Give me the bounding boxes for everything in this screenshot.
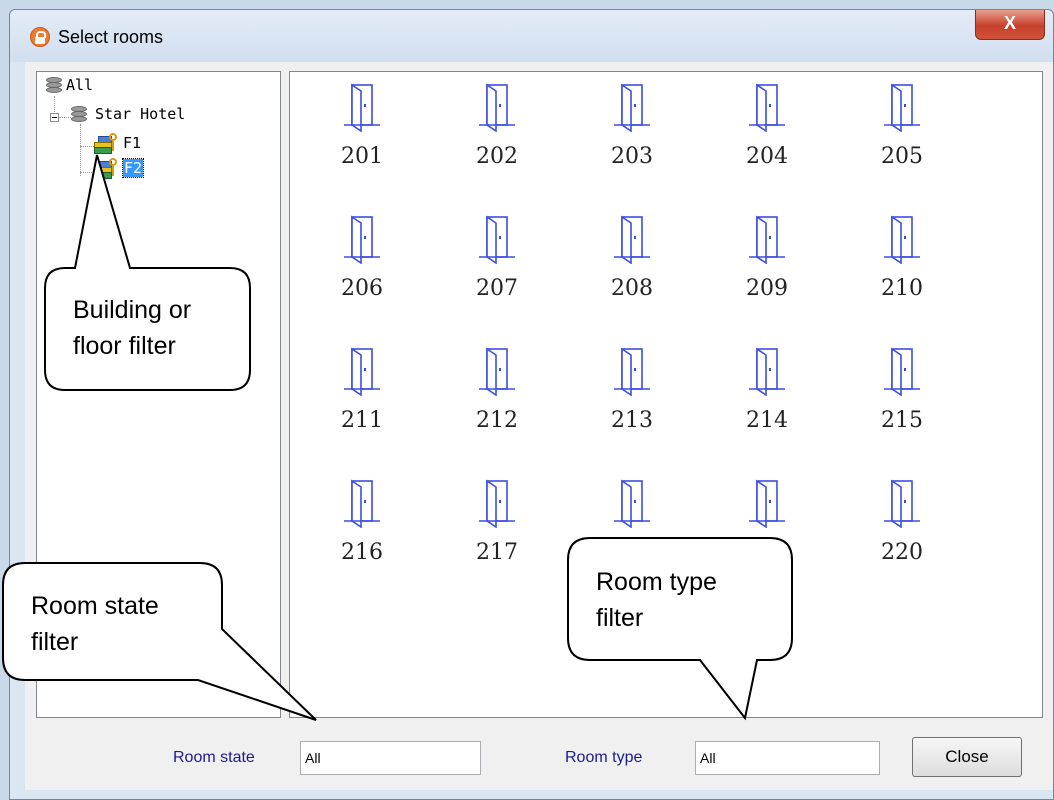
room-number: 207	[476, 276, 518, 301]
room-number: 208	[611, 276, 653, 301]
room-tile-205[interactable]: 205	[862, 82, 942, 192]
tree-node-star-hotel[interactable]: Star Hotel	[95, 105, 185, 123]
room-number: 219	[746, 540, 788, 565]
database-icon	[46, 77, 62, 95]
door-icon	[884, 83, 920, 132]
door-icon	[614, 83, 650, 132]
room-tile-207[interactable]: 207	[457, 214, 537, 324]
room-number: 203	[611, 144, 653, 169]
tree-root-all[interactable]: All	[66, 76, 93, 94]
door-icon	[749, 347, 785, 396]
room-type-label: Room type	[565, 749, 643, 766]
room-tile-208[interactable]: 208	[592, 214, 672, 324]
room-state-callout-text: Room state filter	[31, 592, 159, 656]
room-tile-209[interactable]: 209	[727, 214, 807, 324]
door-icon	[344, 479, 380, 528]
close-button[interactable]: Close	[912, 737, 1022, 777]
door-icon	[749, 479, 785, 528]
select-rooms-dialog: Select rooms X All Star Hotel F1 F2 201 …	[9, 9, 1054, 800]
room-number: 213	[611, 408, 653, 433]
room-tile-212[interactable]: 212	[457, 346, 537, 456]
dialog-content: All Star Hotel F1 F2 201 202 203 204 205…	[25, 62, 1053, 790]
tree-node-f2[interactable]: F2	[121, 158, 145, 178]
door-icon	[749, 215, 785, 264]
room-tile-215[interactable]: 215	[862, 346, 942, 456]
room-tile-213[interactable]: 213	[592, 346, 672, 456]
door-icon	[749, 83, 785, 132]
room-number: 218	[611, 540, 653, 565]
room-state-label: Room state	[173, 749, 255, 766]
door-icon	[344, 347, 380, 396]
window-title: Select rooms	[58, 27, 164, 47]
tree-node-f1[interactable]: F1	[123, 134, 141, 152]
room-number: 206	[341, 276, 383, 301]
room-number: 205	[881, 144, 923, 169]
room-tile-201[interactable]: 201	[322, 82, 402, 192]
room-number: 204	[746, 144, 788, 169]
room-tile-217[interactable]: 217	[457, 478, 537, 588]
room-number: 216	[341, 540, 383, 565]
database-icon	[71, 106, 87, 124]
room-number: 215	[881, 408, 923, 433]
room-number: 210	[881, 276, 923, 301]
room-number: 217	[476, 540, 518, 565]
door-icon	[479, 83, 515, 132]
close-window-button[interactable]: X	[975, 10, 1045, 40]
door-icon	[884, 215, 920, 264]
door-icon	[344, 83, 380, 132]
room-tile-206[interactable]: 206	[322, 214, 402, 324]
room-tile-219[interactable]: 219	[727, 478, 807, 588]
door-icon	[614, 215, 650, 264]
collapse-toggle[interactable]	[50, 113, 59, 122]
room-tile-202[interactable]: 202	[457, 82, 537, 192]
room-tile-214[interactable]: 214	[727, 346, 807, 456]
room-number: 212	[476, 408, 518, 433]
room-tile-216[interactable]: 216	[322, 478, 402, 588]
door-icon	[479, 347, 515, 396]
door-icon	[479, 479, 515, 528]
room-tile-203[interactable]: 203	[592, 82, 672, 192]
floor-key-icon	[94, 157, 120, 179]
room-number: 202	[476, 144, 518, 169]
door-icon	[884, 479, 920, 528]
room-number: 201	[341, 144, 383, 169]
room-tile-210[interactable]: 210	[862, 214, 942, 324]
room-type-callout-text: Room type filter	[596, 568, 717, 632]
room-tile-220[interactable]: 220	[862, 478, 942, 588]
floor-key-icon	[94, 132, 120, 154]
title-bar[interactable]: Select rooms X	[10, 10, 1053, 62]
room-type-field[interactable]: All	[695, 741, 880, 775]
room-number: 220	[881, 540, 923, 565]
door-icon	[614, 347, 650, 396]
room-number: 214	[746, 408, 788, 433]
selected-floor-label: F2	[121, 158, 145, 178]
room-state-field[interactable]: All	[300, 741, 481, 775]
room-number: 209	[746, 276, 788, 301]
door-icon	[614, 479, 650, 528]
room-tile-204[interactable]: 204	[727, 82, 807, 192]
building-floor-callout-text: Building or floor filter	[73, 296, 192, 360]
lock-icon	[30, 27, 50, 47]
door-icon	[479, 215, 515, 264]
door-icon	[884, 347, 920, 396]
room-tile-211[interactable]: 211	[322, 346, 402, 456]
room-number: 211	[341, 408, 383, 433]
door-icon	[344, 215, 380, 264]
